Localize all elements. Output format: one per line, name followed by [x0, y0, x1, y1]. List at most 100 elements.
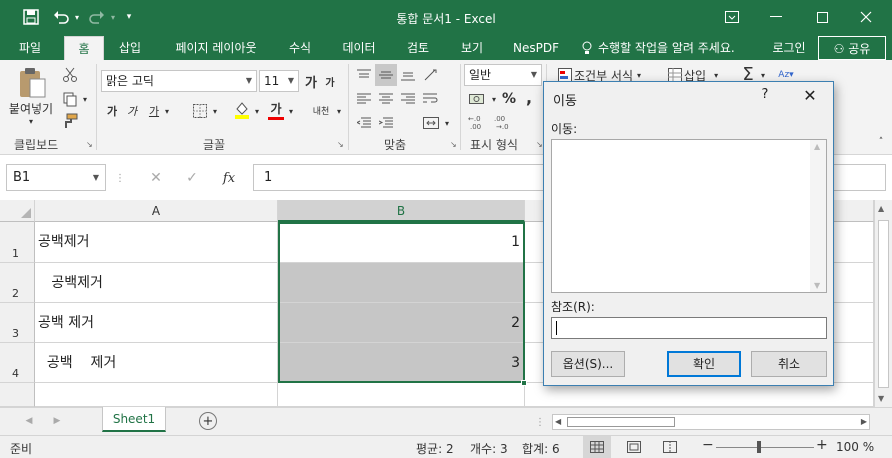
align-top-icon[interactable] — [354, 66, 374, 84]
zoom-level[interactable]: 100 % — [836, 440, 874, 454]
font-launcher-icon[interactable]: ↘ — [337, 140, 345, 149]
cell-c5[interactable] — [525, 383, 874, 407]
comma-style-button[interactable]: , — [520, 88, 538, 107]
cell-a2[interactable]: 공백제거 — [35, 263, 278, 303]
phonetic-guide-button[interactable]: 내천 — [310, 98, 332, 122]
close-icon[interactable] — [846, 4, 886, 30]
align-center-icon[interactable] — [376, 90, 396, 108]
borders-icon[interactable] — [190, 102, 210, 120]
share-button[interactable]: ⚇ 공유 — [818, 36, 886, 60]
row-header-2[interactable]: 2 — [0, 263, 35, 303]
tab-nespdf[interactable]: NesPDF — [504, 36, 568, 60]
cell-a3[interactable]: 공백 제거 — [35, 303, 278, 343]
alignment-launcher-icon[interactable]: ↘ — [450, 140, 458, 149]
scroll-right-icon[interactable]: ▶ — [861, 417, 867, 426]
row-header-4[interactable]: 4 — [0, 343, 35, 383]
wrap-text-icon[interactable] — [420, 90, 442, 108]
row-header-1[interactable]: 1 — [0, 222, 35, 263]
next-sheet-icon[interactable]: ▶ — [50, 414, 64, 428]
cancel-button[interactable]: 취소 — [751, 351, 827, 377]
percent-style-button[interactable]: % — [500, 90, 518, 108]
scroll-up-icon[interactable]: ▲ — [814, 142, 820, 151]
fill-handle[interactable] — [521, 380, 527, 386]
tab-view[interactable]: 보기 — [450, 36, 494, 60]
grow-font-button[interactable]: 가 — [302, 70, 320, 92]
tab-formulas[interactable]: 수식 — [278, 36, 322, 60]
cell-b1[interactable]: 1 — [278, 222, 525, 263]
merge-center-icon[interactable] — [420, 114, 442, 132]
vertical-scrollbar[interactable]: ▲ ▼ — [874, 200, 892, 407]
cancel-entry-icon[interactable]: ✕ — [144, 167, 168, 189]
ribbon-display-icon[interactable] — [712, 4, 752, 30]
copy-dropdown-icon[interactable]: ▾ — [80, 90, 90, 108]
normal-view-icon[interactable] — [583, 436, 611, 458]
tab-split-handle[interactable]: ⋮ — [535, 414, 545, 430]
vertical-scroll-thumb[interactable] — [878, 220, 889, 388]
format-painter-icon[interactable] — [60, 112, 80, 130]
reference-input[interactable] — [551, 317, 827, 339]
align-middle-icon[interactable] — [375, 64, 397, 86]
tab-data[interactable]: 데이터 — [334, 36, 384, 60]
cell-b4[interactable]: 3 — [278, 343, 525, 383]
orientation-icon[interactable] — [420, 66, 442, 84]
zoom-out-button[interactable]: − — [702, 437, 714, 453]
number-format-combo[interactable]: 일반 ▼ — [464, 64, 542, 86]
tab-insert[interactable]: 삽입 — [110, 36, 150, 60]
tab-home[interactable]: 홈 — [64, 36, 104, 60]
cell-a5[interactable] — [35, 383, 278, 407]
signin-link[interactable]: 로그인 — [764, 36, 814, 60]
accounting-dropdown-icon[interactable]: ▾ — [490, 90, 498, 108]
horizontal-scroll-thumb[interactable] — [567, 417, 675, 427]
page-break-view-icon[interactable] — [656, 436, 684, 458]
sheet-tab-sheet1[interactable]: Sheet1 — [102, 407, 166, 432]
italic-button[interactable]: 가 — [124, 102, 140, 120]
select-all-corner[interactable] — [0, 200, 35, 222]
row-header-5[interactable] — [0, 383, 35, 407]
new-sheet-button[interactable]: + — [199, 412, 217, 430]
phonetic-dropdown-icon[interactable]: ▾ — [334, 102, 344, 120]
align-bottom-icon[interactable] — [398, 66, 418, 84]
collapse-ribbon-icon[interactable]: ˄ — [874, 136, 888, 148]
horizontal-scrollbar[interactable]: ◀ ▶ — [552, 414, 870, 430]
goto-list[interactable]: ▲ ▼ — [551, 139, 827, 293]
tab-review[interactable]: 검토 — [396, 36, 440, 60]
cell-a4[interactable]: 공백 제거 — [35, 343, 278, 383]
column-header-b[interactable]: B — [278, 200, 525, 222]
paste-dropdown-icon[interactable]: ▾ — [24, 116, 38, 126]
font-size-combo[interactable]: 11 ▼ — [259, 70, 299, 92]
ok-button[interactable]: 확인 — [667, 351, 741, 377]
shrink-font-button[interactable]: 가 — [321, 70, 339, 92]
scroll-left-icon[interactable]: ◀ — [555, 417, 561, 426]
maximize-icon[interactable] — [802, 4, 842, 30]
cell-a1[interactable]: 공백제거 — [35, 222, 278, 263]
underline-button[interactable]: 가 — [146, 102, 162, 120]
special-button[interactable]: 옵션(S)... — [551, 351, 625, 377]
dialog-close-icon[interactable]: ✕ — [796, 85, 824, 107]
zoom-in-button[interactable]: + — [816, 437, 828, 453]
tell-me-search[interactable]: 수행할 작업을 알려 주세요. — [598, 36, 754, 60]
confirm-entry-icon[interactable]: ✓ — [180, 167, 204, 189]
scroll-down-icon[interactable]: ▼ — [814, 281, 820, 290]
zoom-slider[interactable] — [716, 447, 814, 448]
paste-button-label[interactable]: 붙여넣기 — [4, 100, 58, 116]
copy-icon[interactable] — [60, 90, 80, 108]
merge-dropdown-icon[interactable]: ▾ — [442, 114, 452, 132]
row-header-3[interactable]: 3 — [0, 303, 35, 343]
clipboard-launcher-icon[interactable]: ↘ — [86, 140, 94, 149]
underline-dropdown-icon[interactable]: ▾ — [162, 102, 172, 120]
cut-icon[interactable] — [60, 66, 80, 84]
decrease-decimal-icon[interactable]: .00 →.0 — [492, 112, 516, 132]
goto-list-scrollbar[interactable]: ▲ ▼ — [810, 140, 826, 292]
increase-indent-icon[interactable] — [376, 114, 396, 132]
accounting-format-icon[interactable] — [466, 90, 490, 108]
align-left-icon[interactable] — [354, 90, 374, 108]
name-box[interactable]: B1 ▼ — [6, 164, 106, 191]
tab-file[interactable]: 파일 — [8, 36, 52, 60]
cell-b2[interactable] — [278, 263, 525, 303]
font-color-button[interactable]: 가 — [266, 100, 286, 120]
bold-button[interactable]: 가 — [104, 102, 120, 120]
font-name-combo[interactable]: 맑은 고딕 ▼ — [101, 70, 257, 92]
minimize-icon[interactable] — [756, 4, 796, 30]
prev-sheet-icon[interactable]: ◀ — [22, 414, 36, 428]
fill-color-dropdown-icon[interactable]: ▾ — [252, 102, 262, 120]
